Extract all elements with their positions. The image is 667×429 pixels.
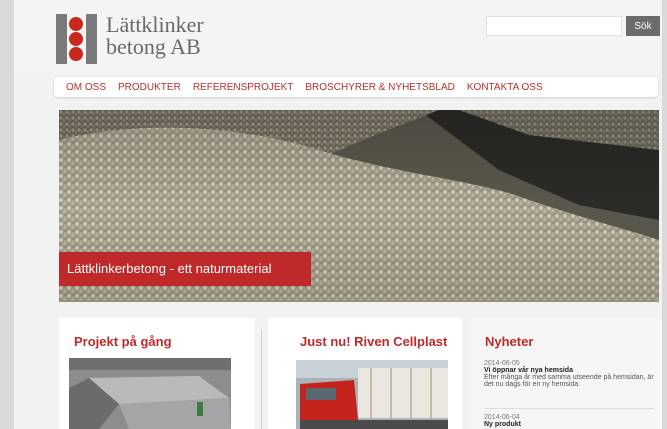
project-thumbnail[interactable]	[69, 358, 231, 429]
logo-text: Lättklinker betong AB	[106, 14, 204, 58]
logo-mark-icon	[56, 14, 102, 64]
nav-item-produkter[interactable]: PRODUKTER	[118, 82, 181, 93]
projects-column: Projekt på gång	[59, 318, 255, 429]
news-item[interactable]: 2014-06-05 Vi öppnar vår nya hemsida Eft…	[484, 360, 654, 388]
main-nav: OM OSS PRODUKTER REFERENSPROJEKT BROSCHY…	[54, 77, 658, 97]
logo-line-2: betong AB	[106, 34, 201, 59]
news-date: 2014-06-04	[484, 414, 520, 421]
news-headline[interactable]: Vi öppnar vår nya hemsida	[484, 367, 654, 374]
news-item[interactable]: 2014-06-04 Ny produkt	[484, 414, 654, 428]
news-headline[interactable]: Ny produkt	[484, 421, 654, 428]
hero-caption: Lättklinkerbetong - ett naturmaterial	[59, 252, 311, 286]
column-divider	[261, 330, 262, 429]
logo[interactable]: Lättklinker betong AB	[56, 14, 204, 64]
header: Lättklinker betong AB Sök	[14, 0, 662, 74]
nav-item-om-oss[interactable]: OM OSS	[66, 82, 106, 93]
news-column: Nyheter 2014-06-05 Vi öppnar vår nya hem…	[470, 318, 662, 429]
projects-title[interactable]: Projekt på gång	[74, 334, 172, 349]
news-flash-column: Just nu! Riven Cellplast	[268, 318, 462, 429]
news-title: Nyheter	[485, 334, 534, 349]
truck-thumbnail[interactable]	[296, 360, 448, 429]
search-button[interactable]: Sök	[626, 16, 660, 36]
search-input[interactable]	[486, 16, 622, 36]
nav-item-kontakta-oss[interactable]: KONTAKTA OSS	[467, 82, 543, 93]
news-separator	[484, 408, 654, 409]
page: Lättklinker betong AB Sök OM OSS PRODUKT…	[14, 0, 662, 429]
nav-item-broschyrer[interactable]: BROSCHYRER & NYHETSBLAD	[305, 82, 454, 93]
news-date: 2014-06-05	[484, 360, 520, 367]
nav-item-referensprojekt[interactable]: REFERENSPROJEKT	[193, 82, 294, 93]
logo-line-1: Lättklinker	[106, 12, 204, 37]
news-text: Efter många år med samma utseende på hem…	[484, 374, 654, 388]
news-flash-title[interactable]: Just nu! Riven Cellplast	[300, 334, 447, 349]
